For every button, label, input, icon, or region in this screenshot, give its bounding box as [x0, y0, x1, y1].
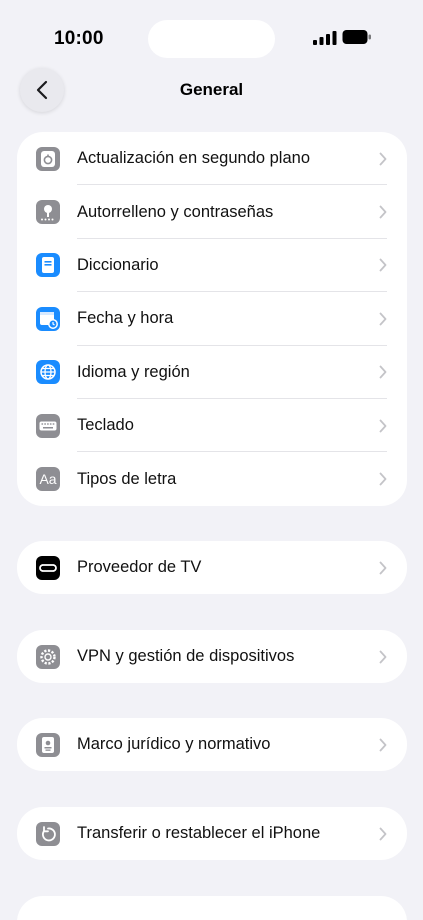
- chevron-right-icon: [379, 472, 387, 486]
- battery-icon: [342, 30, 371, 44]
- reset-icon: [36, 821, 60, 846]
- row-autofill-passwords[interactable]: Autorrelleno y contraseñas: [17, 185, 407, 239]
- status-bar: 10:00: [0, 0, 423, 60]
- row-transfer-reset[interactable]: Transferir o restablecer el iPhone: [17, 807, 407, 860]
- chevron-right-icon: [379, 650, 387, 663]
- row-legal-regulatory[interactable]: Marco jurídico y normativo: [17, 718, 407, 771]
- chevron-right-icon: [379, 312, 387, 326]
- row-label: Transferir o restablecer el iPhone: [77, 824, 321, 842]
- row-label: Actualización en segundo plano: [77, 149, 311, 168]
- font-icon-glyph: Aa: [39, 471, 57, 488]
- row-language-region[interactable]: Idioma y región: [17, 346, 407, 399]
- calendar-clock-icon: [36, 306, 60, 331]
- chevron-right-icon: [379, 827, 387, 840]
- chevron-right-icon: [379, 205, 387, 219]
- dynamic-island: [148, 20, 275, 58]
- legal-document-icon: [36, 732, 60, 757]
- globe-icon: [36, 360, 60, 385]
- row-label: Tipos de letra: [77, 469, 177, 488]
- dictionary-icon: [36, 253, 60, 278]
- row-background-refresh[interactable]: Actualización en segundo plano: [17, 132, 407, 186]
- settings-group-vpn: VPN y gestión de dispositivos: [17, 630, 407, 683]
- row-label: Marco jurídico y normativo: [77, 735, 271, 753]
- key-icon: [36, 200, 60, 225]
- settings-group-tv-provider: Proveedor de TV: [17, 541, 407, 594]
- chevron-right-icon: [379, 259, 387, 272]
- row-label: Autorrelleno y contraseñas: [77, 202, 274, 221]
- row-date-time[interactable]: Fecha y hora: [17, 292, 407, 346]
- tv-provider-icon: [36, 555, 60, 580]
- row-label: Fecha y hora: [77, 309, 174, 328]
- row-label: Diccionario: [77, 255, 159, 274]
- font-icon: Aa: [36, 467, 60, 492]
- row-label: Proveedor de TV: [77, 558, 202, 576]
- settings-screen: 10:00 General Actualización en segundo p…: [0, 0, 423, 920]
- settings-group-transfer-reset: Transferir o restablecer el iPhone: [17, 807, 407, 860]
- page-title: General: [179, 80, 244, 99]
- gear-icon: [36, 644, 60, 669]
- cellular-signal-icon: [313, 31, 337, 45]
- settings-group-legal: Marco jurídico y normativo: [17, 718, 407, 771]
- row-fonts[interactable]: Aa Tipos de letra: [17, 452, 407, 505]
- row-tv-provider[interactable]: Proveedor de TV: [17, 541, 407, 594]
- row-label: VPN y gestión de dispositivos: [77, 647, 295, 665]
- chevron-right-icon: [379, 738, 387, 751]
- row-keyboard[interactable]: Teclado: [17, 399, 407, 453]
- chevron-right-icon: [379, 419, 387, 433]
- row-label: Idioma y región: [77, 362, 190, 381]
- chevron-right-icon: [379, 561, 387, 574]
- settings-group-general: Actualización en segundo plano Autorrell…: [17, 132, 407, 506]
- chevron-right-icon: [379, 365, 387, 379]
- keyboard-icon: [36, 413, 60, 438]
- row-dictionary[interactable]: Diccionario: [17, 239, 407, 293]
- background-refresh-icon: [36, 146, 60, 171]
- chevron-right-icon: [379, 152, 387, 166]
- status-time: 10:00: [54, 28, 104, 49]
- settings-group-partial: [17, 896, 407, 920]
- row-vpn-device-management[interactable]: VPN y gestión de dispositivos: [17, 630, 407, 683]
- partial-row-label: ...: [60, 913, 72, 920]
- row-label: Teclado: [77, 416, 134, 435]
